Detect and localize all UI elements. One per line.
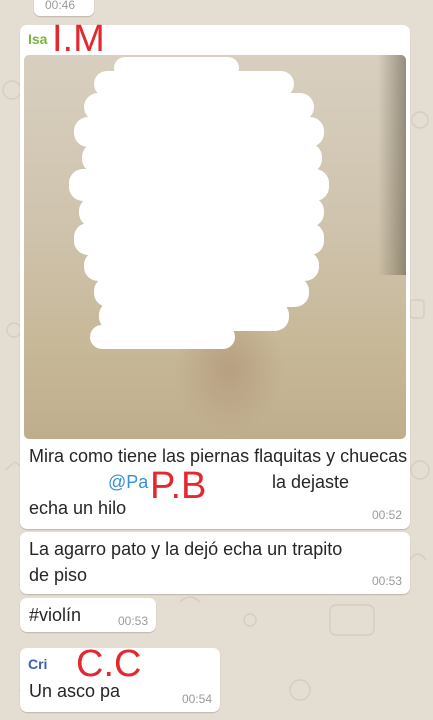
message-time: 00:53: [371, 574, 402, 588]
sender-name[interactable]: Isa: [28, 31, 47, 47]
sender-name[interactable]: Cri: [28, 656, 47, 672]
message-time: 00:53: [117, 614, 148, 628]
photo-shadow-edge: [378, 55, 406, 275]
mention-initials-label: P.B: [150, 465, 207, 507]
caption-line-1: Mira como tiene las piernas flaquitas y …: [29, 446, 408, 466]
chip-time: 00:46: [45, 0, 76, 12]
caption-line-2-end: la dejaste: [272, 472, 350, 492]
message-text: #violín: [29, 605, 82, 625]
message-bubble-photo[interactable]: Isa I.M Mira como tiene las piernas flaq…: [20, 19, 410, 529]
message-time: 00:52: [371, 508, 402, 522]
message-time: 00:54: [181, 692, 212, 706]
message-photo[interactable]: [24, 55, 406, 439]
message-bubble[interactable]: #violín 00:53: [20, 598, 156, 632]
message-bubble[interactable]: Cri C.C Un asco pa 00:54: [20, 644, 220, 712]
message-line-2: de piso: [29, 565, 88, 585]
message-line-1: La agarro pato y la dejó echa un trapito: [29, 539, 343, 559]
date-time-chip: 00:46: [34, 0, 94, 16]
sender-initials-label: I.M: [52, 18, 105, 60]
mention-redaction: [196, 473, 266, 495]
photo-caption: Mira como tiene las piernas flaquitas y …: [29, 443, 408, 469]
user-mention[interactable]: @Pa: [108, 469, 148, 495]
caption-line-3: echa un hilo: [29, 498, 127, 518]
message-text: Un asco pa: [29, 681, 121, 701]
message-bubble[interactable]: La agarro pato y la dejó echa un trapito…: [20, 532, 410, 594]
